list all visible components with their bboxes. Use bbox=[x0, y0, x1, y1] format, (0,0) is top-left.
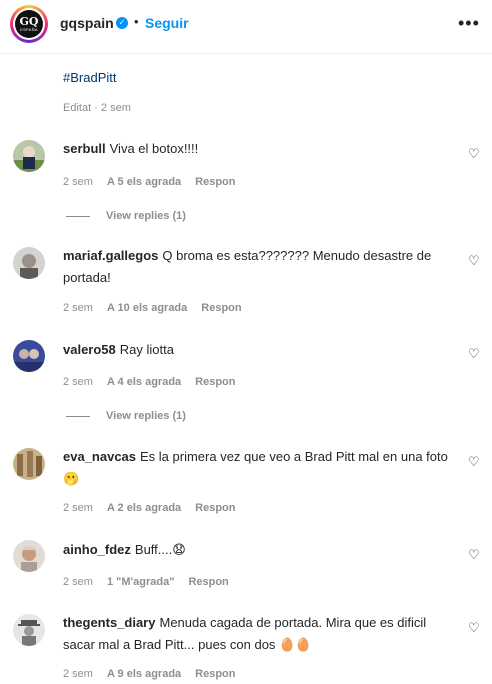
comment-text-block: ainho_fdez Buff....😧 bbox=[63, 539, 453, 561]
verified-icon: ✓ bbox=[116, 17, 128, 29]
user-avatar[interactable] bbox=[13, 340, 45, 372]
comment-time: 2 sem bbox=[63, 302, 93, 314]
view-replies-button[interactable]: View replies (1) bbox=[66, 410, 186, 422]
comment-text-block: eva_navcas Es la primera vez que veo a Br… bbox=[63, 446, 453, 490]
comment-body: Ray liotta bbox=[119, 342, 174, 357]
reply-button[interactable]: Respon bbox=[188, 576, 228, 588]
account-avatar[interactable]: GQ ESPAÑA bbox=[10, 5, 48, 43]
like-heart-icon[interactable]: ♡ bbox=[468, 346, 480, 362]
view-replies-label: View replies (1) bbox=[106, 410, 186, 422]
comment-time: 2 sem bbox=[63, 376, 93, 388]
comment-time: 2 sem bbox=[63, 668, 93, 680]
like-heart-icon[interactable]: ♡ bbox=[468, 547, 480, 563]
comment-likes[interactable]: 1 "M'agrada" bbox=[107, 576, 174, 588]
comment-text-block: valero58 Ray liotta bbox=[63, 339, 453, 361]
comment-likes[interactable]: A 2 els agrada bbox=[107, 502, 181, 514]
comment-username[interactable]: mariaf.gallegos bbox=[63, 248, 158, 263]
comment-meta: 2 sem 1 "M'agrada" Respon bbox=[63, 576, 243, 588]
like-heart-icon[interactable]: ♡ bbox=[468, 146, 480, 162]
logo-subtext: ESPAÑA bbox=[20, 27, 38, 32]
like-heart-icon[interactable]: ♡ bbox=[468, 620, 480, 636]
reply-button[interactable]: Respon bbox=[195, 502, 235, 514]
comment-text-block: thegents_diary Menuda cagada de portada. … bbox=[63, 612, 453, 656]
comment-username[interactable]: serbull bbox=[63, 141, 106, 156]
user-avatar[interactable] bbox=[13, 247, 45, 279]
reply-button[interactable]: Respon bbox=[195, 176, 235, 188]
user-avatar[interactable] bbox=[13, 140, 45, 172]
comment-likes[interactable]: A 9 els agrada bbox=[107, 668, 181, 680]
reply-button[interactable]: Respon bbox=[195, 668, 235, 680]
comment-time: 2 sem bbox=[63, 176, 93, 188]
user-avatar[interactable] bbox=[13, 540, 45, 572]
comment-username[interactable]: eva_navcas bbox=[63, 449, 136, 464]
logo-text: GQ bbox=[19, 15, 39, 28]
comment-likes[interactable]: A 10 els agrada bbox=[107, 302, 187, 314]
comment-text-block: mariaf.gallegos Q broma es esta??????? Me… bbox=[63, 245, 453, 289]
replies-divider bbox=[66, 215, 90, 217]
comment-meta: 2 sem A 4 els agrada Respon bbox=[63, 376, 250, 388]
comment-username[interactable]: ainho_fdez bbox=[63, 542, 131, 557]
view-replies-label: View replies (1) bbox=[106, 210, 186, 222]
replies-divider bbox=[66, 415, 90, 417]
comment-body: Buff....😧 bbox=[134, 542, 186, 557]
hashtag-link[interactable]: #BradPitt bbox=[63, 70, 116, 85]
comment-meta: 2 sem A 2 els agrada Respon bbox=[63, 502, 250, 514]
follow-button[interactable]: Seguir bbox=[145, 15, 189, 31]
like-heart-icon[interactable]: ♡ bbox=[468, 253, 480, 269]
separator-dot: • bbox=[134, 14, 139, 29]
comment-meta: 2 sem A 10 els agrada Respon bbox=[63, 302, 256, 314]
edited-timestamp: Editat · 2 sem bbox=[63, 102, 131, 114]
comment-likes[interactable]: A 4 els agrada bbox=[107, 376, 181, 388]
reply-button[interactable]: Respon bbox=[195, 376, 235, 388]
comment-body: Viva el botox!!!! bbox=[109, 141, 199, 156]
comment-meta: 2 sem A 9 els agrada Respon bbox=[63, 668, 250, 680]
comment-meta: 2 sem A 5 els agrada Respon bbox=[63, 176, 250, 188]
avatar-ring-inner: GQ ESPAÑA bbox=[13, 8, 45, 40]
comment-username[interactable]: thegents_diary bbox=[63, 615, 155, 630]
comment-text-block: serbull Viva el botox!!!! bbox=[63, 138, 453, 160]
comment-time: 2 sem bbox=[63, 576, 93, 588]
user-avatar[interactable] bbox=[13, 614, 45, 646]
comment-time: 2 sem bbox=[63, 502, 93, 514]
comment-username[interactable]: valero58 bbox=[63, 342, 116, 357]
like-heart-icon[interactable]: ♡ bbox=[468, 454, 480, 470]
account-username[interactable]: gqspain bbox=[60, 15, 114, 31]
user-avatar[interactable] bbox=[13, 448, 45, 480]
more-options-icon[interactable]: ••• bbox=[458, 13, 480, 34]
post-header: GQ ESPAÑA gqspain ✓ • Seguir ••• bbox=[0, 0, 492, 54]
gq-logo: GQ ESPAÑA bbox=[15, 10, 43, 38]
comment-likes[interactable]: A 5 els agrada bbox=[107, 176, 181, 188]
view-replies-button[interactable]: View replies (1) bbox=[66, 210, 186, 222]
reply-button[interactable]: Respon bbox=[201, 302, 241, 314]
